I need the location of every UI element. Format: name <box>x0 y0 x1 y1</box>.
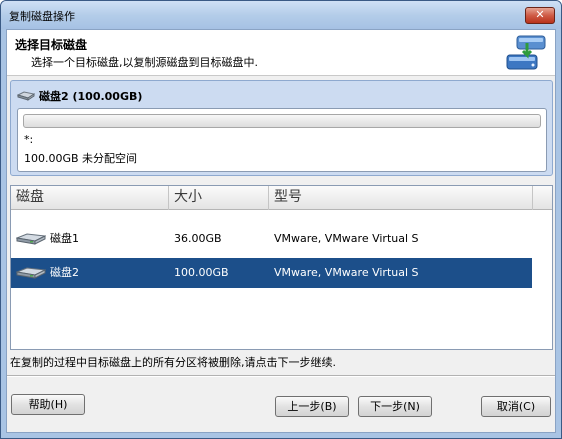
table-row[interactable]: 磁盘1 36.00GB VMware, VMware Virtual S <box>11 224 532 254</box>
disk-model: VMware, VMware Virtual S <box>274 232 419 245</box>
disk-model: VMware, VMware Virtual S <box>274 266 419 279</box>
disk-cell: 磁盘1 <box>16 224 79 254</box>
disk-map: *: 100.00GB 未分配空间 <box>17 108 547 172</box>
selected-disk-panel: 磁盘2 (100.00GB) *: 100.00GB 未分配空间 <box>10 80 553 176</box>
title-bar: 复制磁盘操作 ✕ <box>1 1 561 29</box>
close-button[interactable]: ✕ <box>525 7 555 24</box>
list-header: 磁盘 大小 型号 <box>11 186 552 210</box>
next-button[interactable]: 下一步(N) <box>358 396 432 417</box>
table-row-selected[interactable]: 磁盘2 100.00GB VMware, VMware Virtual S <box>11 258 532 288</box>
help-button[interactable]: 帮助(H) <box>11 394 85 415</box>
disk-icon <box>16 233 46 245</box>
column-header-size[interactable]: 大小 <box>169 186 269 210</box>
back-button[interactable]: 上一步(B) <box>275 396 349 417</box>
column-header-model[interactable]: 型号 <box>269 186 533 210</box>
copy-disk-icon <box>506 35 546 70</box>
copy-disk-dialog: 复制磁盘操作 ✕ 选择目标磁盘 选择一个目标磁盘,以复制源磁盘到目标磁盘中. 磁… <box>0 0 562 439</box>
divider <box>7 375 555 377</box>
disk-size: 36.00GB <box>174 232 222 245</box>
selected-disk-title: 磁盘2 (100.00GB) <box>17 88 142 104</box>
cancel-button[interactable]: 取消(C) <box>481 396 551 417</box>
disk-name: 磁盘2 <box>50 266 79 279</box>
window-title: 复制磁盘操作 <box>9 10 75 23</box>
disk-icon <box>16 267 46 279</box>
page-subtitle: 选择一个目标磁盘,以复制源磁盘到目标磁盘中. <box>31 56 258 69</box>
disk-icon <box>17 91 35 101</box>
disk-size: 100.00GB <box>174 266 229 279</box>
selected-disk-label: 磁盘2 (100.00GB) <box>39 90 143 103</box>
dialog-content: 选择目标磁盘 选择一个目标磁盘,以复制源磁盘到目标磁盘中. 磁盘2 (100.0… <box>6 29 556 433</box>
disk-cell: 磁盘2 <box>16 258 79 288</box>
partition-bar <box>23 114 541 128</box>
column-header-disk[interactable]: 磁盘 <box>11 186 169 210</box>
disk-list: 磁盘 大小 型号 磁盘1 36.00GB VMware, VMware Virt… <box>10 185 553 350</box>
warning-text: 在复制的过程中目标磁盘上的所有分区将被删除,请点击下一步继续. <box>10 356 336 369</box>
partition-letter: *: <box>24 133 34 146</box>
page-title: 选择目标磁盘 <box>15 38 88 52</box>
disk-name: 磁盘1 <box>50 232 79 245</box>
wizard-header: 选择目标磁盘 选择一个目标磁盘,以复制源磁盘到目标磁盘中. <box>7 30 555 76</box>
partition-info: 100.00GB 未分配空间 <box>24 152 138 165</box>
